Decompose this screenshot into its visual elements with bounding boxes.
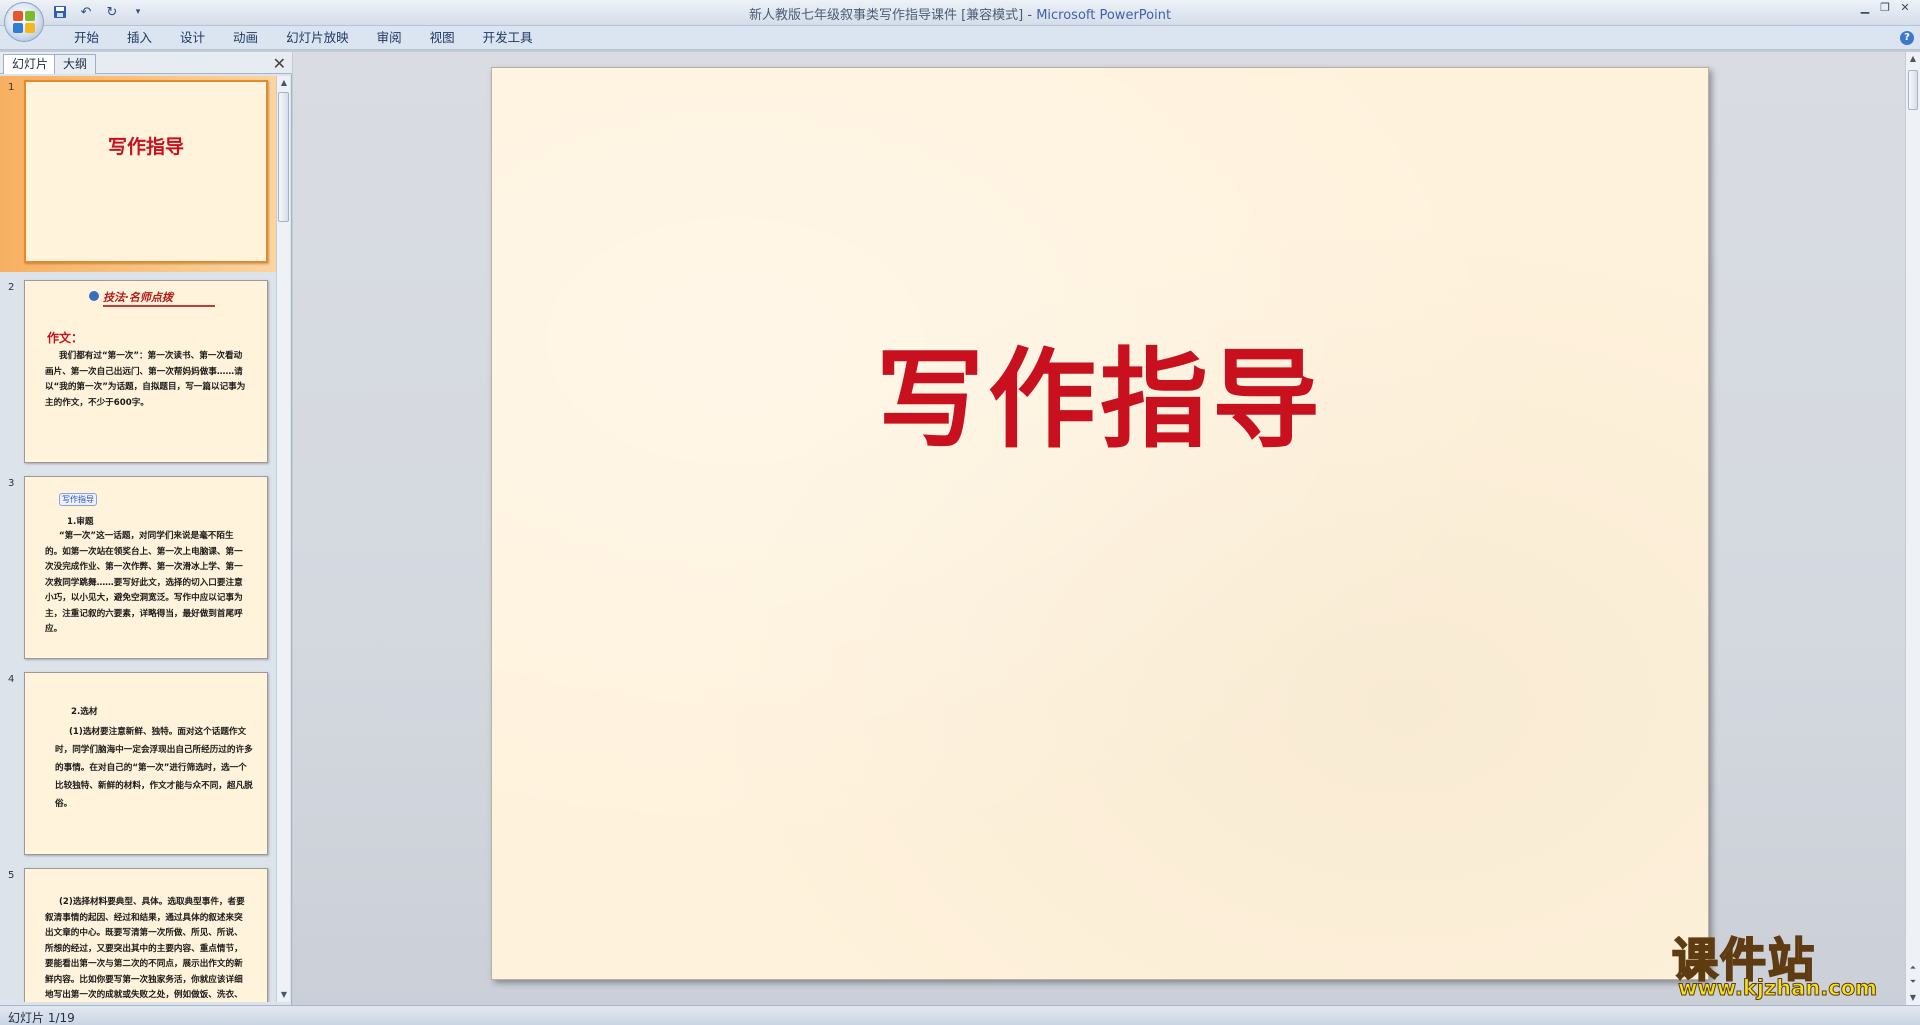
thumbnail-number: 3 bbox=[8, 478, 15, 489]
scroll-down-icon[interactable]: ▼ bbox=[1906, 991, 1920, 1005]
scroll-up-icon[interactable]: ▲ bbox=[1906, 52, 1920, 66]
tab-developer[interactable]: 开发工具 bbox=[469, 29, 547, 47]
window-title: 新人教版七年级叙事类写作指导课件 [兼容模式] - Microsoft Powe… bbox=[0, 4, 1920, 23]
document-title: 新人教版七年级叙事类写作指导课件 [兼容模式] bbox=[748, 8, 1024, 23]
current-slide[interactable]: 写作指导 bbox=[491, 67, 1709, 980]
tab-home[interactable]: 开始 bbox=[60, 29, 113, 47]
thumbnail-body: (1)选材要注意新鲜、独特。面对这个话题作文时，同学们脑海中一定会浮现出自己所经… bbox=[55, 727, 253, 809]
office-logo-icon bbox=[13, 11, 35, 33]
tab-review[interactable]: 审阅 bbox=[363, 29, 416, 47]
tab-design[interactable]: 设计 bbox=[166, 29, 219, 47]
close-icon[interactable]: ✕ bbox=[1896, 2, 1914, 16]
pane-tabs: 幻灯片 大纲 ✕ bbox=[0, 52, 292, 74]
star-icon bbox=[89, 291, 99, 301]
tab-slides[interactable]: 幻灯片 bbox=[3, 54, 58, 74]
help-icon[interactable]: ? bbox=[1900, 31, 1914, 45]
app-name: Microsoft PowerPoint bbox=[1036, 8, 1172, 23]
thumbnail-subheading: 2.选材 bbox=[71, 707, 98, 717]
scrollbar-thumb[interactable] bbox=[1908, 70, 1918, 110]
slide-title[interactable]: 写作指导 bbox=[492, 313, 1708, 469]
title-bar: ↶ ↻ ▾ 新人教版七年级叙事类写作指导课件 [兼容模式] - Microsof… bbox=[0, 0, 1920, 42]
tab-slide-show[interactable]: 幻灯片放映 bbox=[272, 29, 363, 47]
window-controls: ▁ ❐ ✕ bbox=[1856, 2, 1914, 16]
title-separator: - bbox=[1023, 8, 1037, 23]
tab-animations[interactable]: 动画 bbox=[219, 29, 272, 47]
thumbnail-row-1[interactable]: 1 写作指导 bbox=[0, 76, 276, 272]
thumbnail-row-4[interactable]: 4 2.选材 (1)选材要注意新鲜、独特。面对这个话题作文时，同学们脑海中一定会… bbox=[0, 668, 276, 864]
watermark-url: www.kjzhan.com bbox=[1677, 976, 1878, 1001]
thumbnail-number: 1 bbox=[8, 82, 15, 93]
slide-editor: 写作指导 bbox=[293, 52, 1905, 1005]
ribbon-tab-row: 开始 插入 设计 动画 幻灯片放映 审阅 视图 开发工具 ? bbox=[0, 26, 1920, 50]
previous-slide-icon[interactable]: ⏶ bbox=[1906, 961, 1920, 975]
thumbnail-body: “第一次”这一话题，对同学们来说是毫不陌生的。如第一次站在领奖台上、第一次上电脑… bbox=[45, 531, 243, 634]
slide-thumbnail[interactable]: 2.选材 (1)选材要注意新鲜、独特。面对这个话题作文时，同学们脑海中一定会浮现… bbox=[24, 672, 268, 855]
thumbnail-subheading: 1.审题 bbox=[67, 517, 94, 527]
scrollbar-thumb[interactable] bbox=[278, 92, 289, 222]
thumbnail-row-5[interactable]: 5 (2)选择材料要典型、具体。选取典型事件，者要叙清事情的起因、经过和结果，通… bbox=[0, 864, 276, 1002]
next-slide-icon[interactable]: ⏷ bbox=[1906, 975, 1920, 989]
office-button[interactable] bbox=[4, 2, 44, 42]
slide-counter: 幻灯片 1/19 bbox=[8, 1011, 75, 1025]
thumbnail-banner: 技法·名师点拨 bbox=[103, 291, 173, 304]
thumbnail-body: (2)选择材料要典型、具体。选取典型事件，者要叙清事情的起因、经过和结果，通过具… bbox=[45, 897, 245, 1000]
thumbnail-list: 1 写作指导 2 技法·名师点拨 作文： 我们都有过“第一次”：第一次读书、第一… bbox=[0, 76, 276, 1002]
slide-thumbnail[interactable]: 技法·名师点拨 作文： 我们都有过“第一次”：第一次读书、第一次看动画片、第一次… bbox=[24, 280, 268, 463]
minimize-icon[interactable]: ▁ bbox=[1856, 2, 1874, 16]
status-bar: 幻灯片 1/19 bbox=[0, 1005, 1920, 1025]
scroll-up-icon[interactable]: ▲ bbox=[277, 76, 291, 90]
close-icon[interactable]: ✕ bbox=[273, 54, 286, 73]
thumbnail-body: 我们都有过“第一次”：第一次读书、第一次看动画片、第一次自己出远门、第一次帮妈妈… bbox=[45, 351, 246, 408]
thumbnail-tag: 写作指导 bbox=[59, 493, 97, 506]
tab-outline[interactable]: 大纲 bbox=[54, 54, 97, 74]
restore-icon[interactable]: ❐ bbox=[1876, 2, 1894, 16]
thumbnail-row-3[interactable]: 3 写作指导 1.审题 “第一次”这一话题，对同学们来说是毫不陌生的。如第一次站… bbox=[0, 472, 276, 668]
thumbnail-number: 2 bbox=[8, 282, 15, 293]
thumbnail-heading: 作文： bbox=[47, 331, 84, 345]
thumbnail-scrollbar[interactable]: ▲ ▼ bbox=[276, 76, 290, 1002]
slide-thumbnail[interactable]: 写作指导 bbox=[24, 80, 268, 263]
thumbnail-row-2[interactable]: 2 技法·名师点拨 作文： 我们都有过“第一次”：第一次读书、第一次看动画片、第… bbox=[0, 276, 276, 472]
slide-thumbnail[interactable]: (2)选择材料要典型、具体。选取典型事件，者要叙清事情的起因、经过和结果，通过具… bbox=[24, 868, 268, 1002]
ribbon-tabs: 开始 插入 设计 动画 幻灯片放映 审阅 视图 开发工具 bbox=[60, 29, 547, 47]
thumbnail-title: 写作指导 bbox=[107, 136, 184, 158]
banner-divider bbox=[103, 305, 215, 307]
thumbnail-number: 5 bbox=[8, 870, 15, 881]
tab-insert[interactable]: 插入 bbox=[113, 29, 166, 47]
slide-thumbnail[interactable]: 写作指导 1.审题 “第一次”这一话题，对同学们来说是毫不陌生的。如第一次站在领… bbox=[24, 476, 268, 659]
scroll-down-icon[interactable]: ▼ bbox=[277, 988, 291, 1002]
tab-view[interactable]: 视图 bbox=[416, 29, 469, 47]
editor-scrollbar[interactable]: ▲ ⏶ ⏷ ▼ bbox=[1905, 52, 1920, 1005]
thumbnail-number: 4 bbox=[8, 674, 15, 685]
watermark-logo: 课件站 www.kjzhan.com bbox=[1664, 924, 1904, 1002]
slides-pane: 幻灯片 大纲 ✕ 1 写作指导 2 技法·名师点拨 作文： 我们都有过“第一次”… bbox=[0, 52, 292, 1005]
